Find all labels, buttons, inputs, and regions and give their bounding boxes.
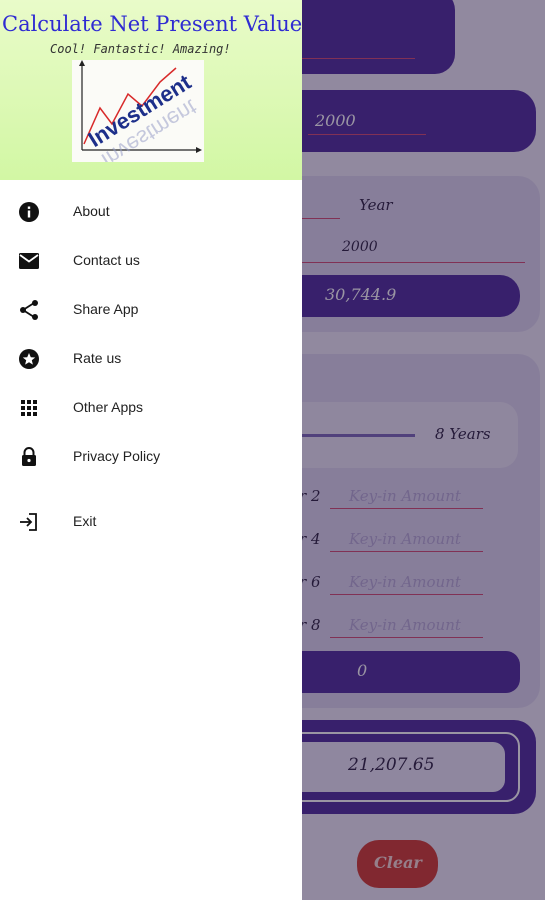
app-title: Calculate Net Present Value — [2, 12, 303, 36]
mail-icon — [17, 249, 41, 273]
menu-item-other-apps[interactable]: Other Apps — [0, 386, 302, 430]
menu-item-share-app[interactable]: Share App — [0, 288, 302, 332]
apps-grid-icon — [17, 396, 41, 420]
lock-icon — [17, 445, 41, 469]
menu-item-about[interactable]: About — [0, 190, 302, 234]
menu-label: Other Apps — [73, 399, 144, 415]
drawer-header: Calculate Net Present Value Cool! Fantas… — [0, 0, 302, 180]
share-icon — [17, 298, 41, 322]
menu-label: Privacy Policy — [73, 448, 161, 464]
menu-item-exit[interactable]: Exit — [0, 500, 302, 544]
menu-item-contact-us[interactable]: Contact us — [0, 239, 302, 283]
exit-icon — [17, 510, 41, 534]
menu-item-rate-us[interactable]: Rate us — [0, 337, 302, 381]
star-circle-icon — [17, 347, 41, 371]
navigation-drawer: Calculate Net Present Value Cool! Fantas… — [0, 0, 302, 900]
menu-label: Contact us — [73, 252, 140, 268]
investment-logo: Investment Investment — [72, 60, 204, 173]
menu-label: Share App — [73, 301, 139, 317]
app-tagline: Cool! Fantastic! Amazing! — [50, 42, 231, 56]
menu-label: Rate us — [73, 350, 122, 366]
info-icon — [17, 200, 41, 224]
menu-item-privacy-policy[interactable]: Privacy Policy — [0, 435, 302, 479]
menu-label: About — [73, 203, 110, 219]
menu-label: Exit — [73, 513, 97, 529]
